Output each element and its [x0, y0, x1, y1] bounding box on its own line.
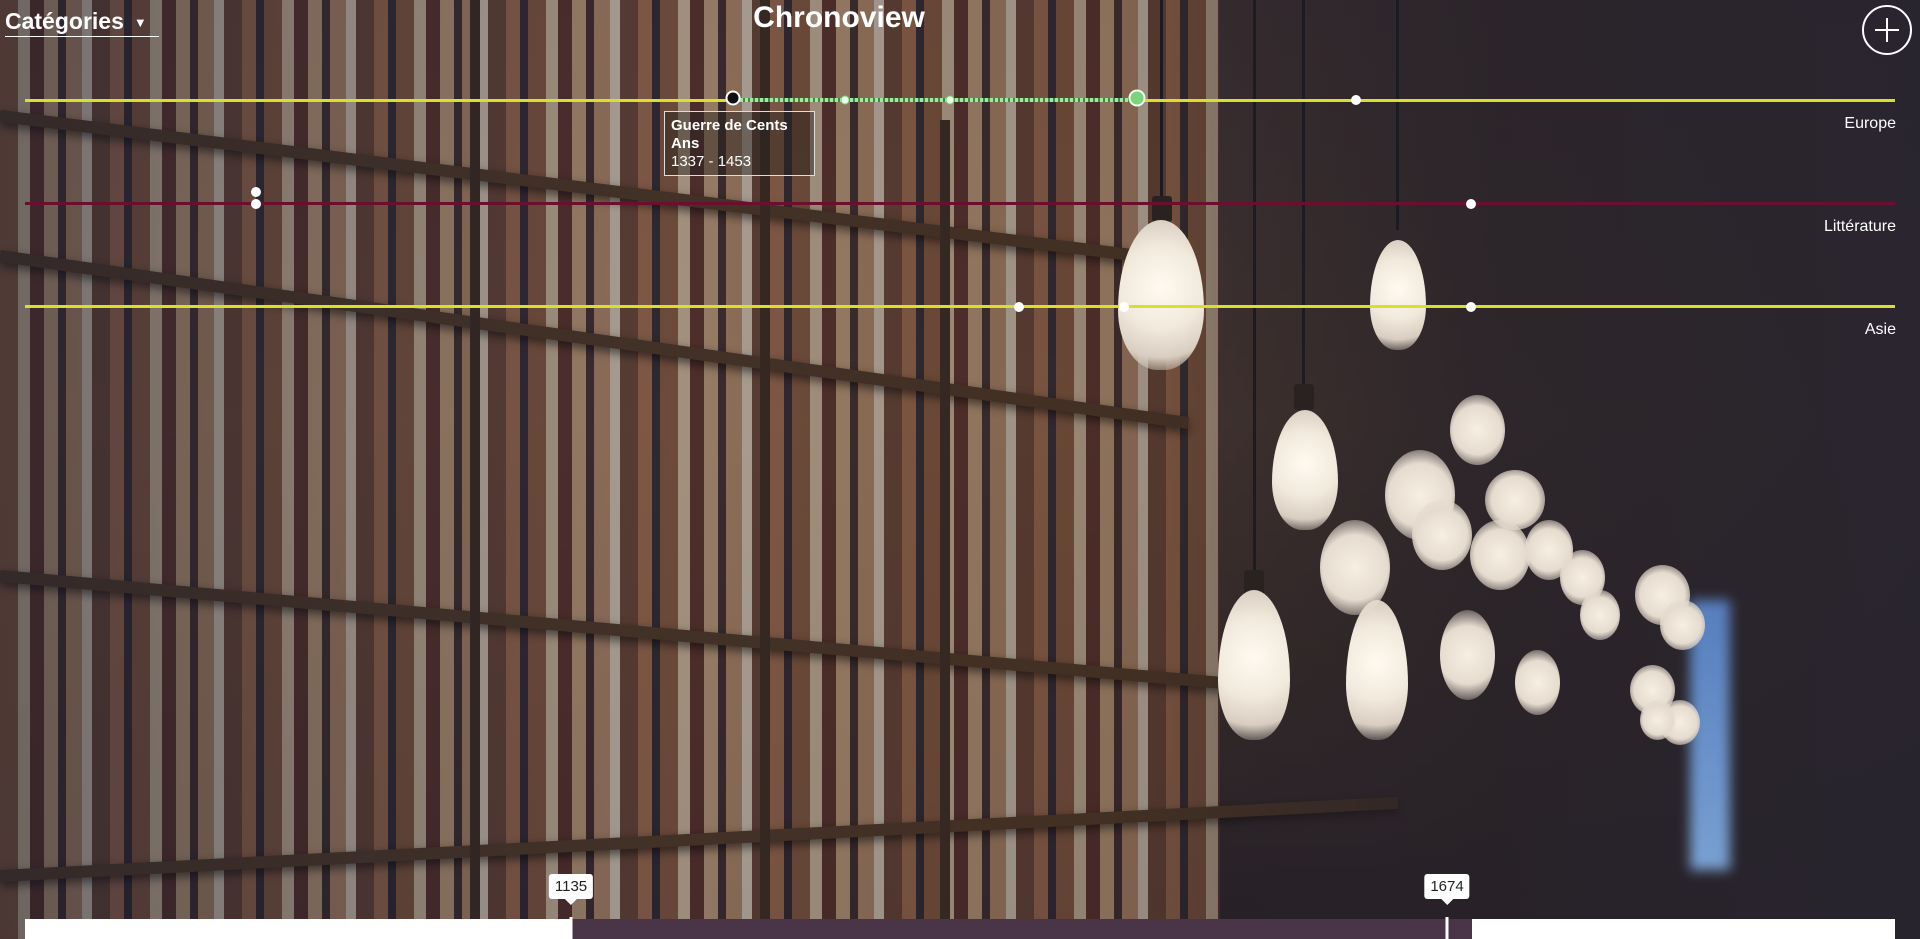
- event-dot-end[interactable]: [1128, 89, 1146, 107]
- event-dot-selected[interactable]: [725, 90, 741, 106]
- timeline-track-asie: [25, 305, 1895, 308]
- timeline-track-litterature: [25, 202, 1895, 205]
- add-button[interactable]: [1862, 5, 1912, 55]
- event-dot[interactable]: [251, 199, 261, 209]
- range-start-value: 1135: [548, 874, 594, 905]
- event-tooltip: Guerre de Cents Ans 1337 - 1453: [664, 111, 815, 176]
- event-dot[interactable]: [1119, 302, 1129, 312]
- app-title: Chronoview: [753, 1, 925, 34]
- timeline-label-asie: Asie: [1864, 321, 1896, 338]
- range-end-handle[interactable]: [1445, 917, 1449, 939]
- timeline-label-europe: Europe: [1844, 115, 1896, 132]
- event-tooltip-dates: 1337 - 1453: [671, 153, 752, 170]
- library-background-image: [0, 0, 1920, 939]
- date-range-slider[interactable]: [25, 917, 1895, 939]
- event-dot[interactable]: [1014, 302, 1024, 312]
- range-start-handle[interactable]: [569, 917, 573, 939]
- range-selected-fill: [571, 919, 1472, 939]
- event-dot[interactable]: [945, 95, 955, 105]
- event-dot[interactable]: [1466, 302, 1476, 312]
- event-span-highlight: [740, 98, 1136, 102]
- event-tooltip-title: Guerre de Cents Ans: [671, 117, 788, 152]
- timeline-label-litterature: Littérature: [1823, 218, 1896, 235]
- range-end-value: 1674: [1424, 874, 1470, 905]
- event-dot[interactable]: [840, 95, 850, 105]
- event-dot[interactable]: [1466, 199, 1476, 209]
- event-dot[interactable]: [1351, 95, 1361, 105]
- event-dot[interactable]: [251, 187, 261, 197]
